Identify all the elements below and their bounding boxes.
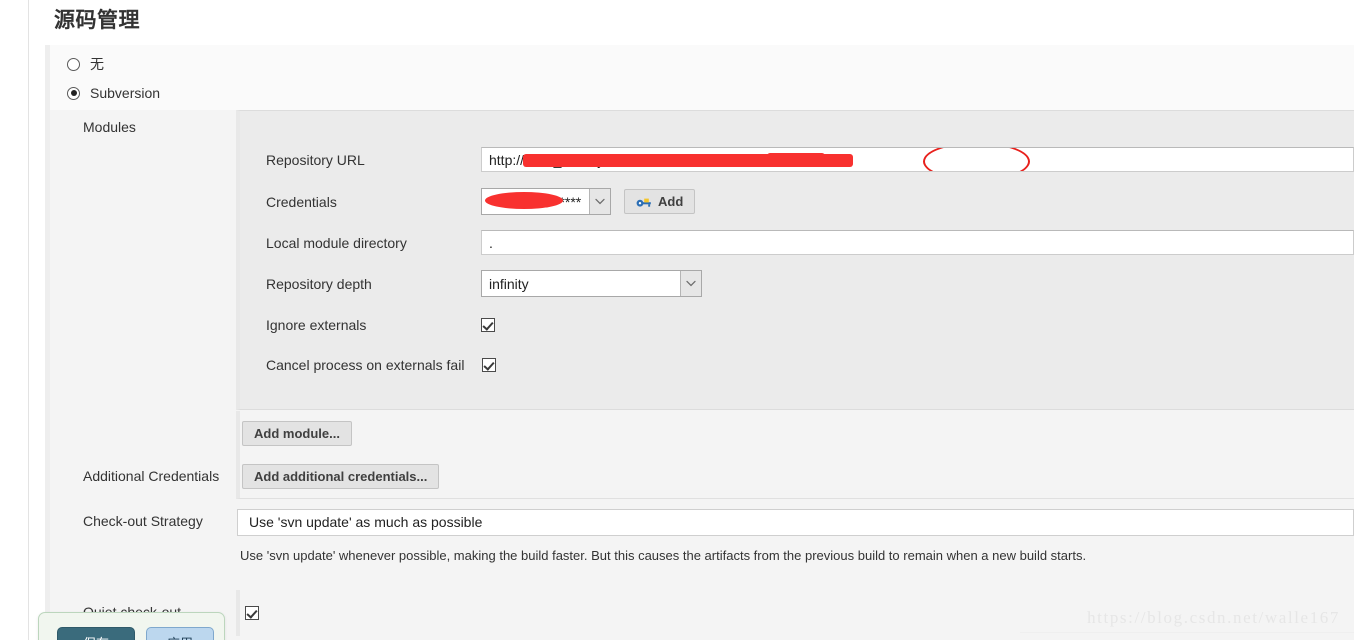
additional-credentials-label: Additional Credentials xyxy=(83,468,220,484)
checkout-strategy-row: Check-out Strategy Use 'svn update' as m… xyxy=(50,499,1354,545)
repository-depth-label: Repository depth xyxy=(266,275,372,292)
cancel-process-externals-field: Cancel process on externals fail xyxy=(240,344,1354,385)
ignore-externals-label: Ignore externals xyxy=(266,316,367,333)
key-icon xyxy=(636,198,651,207)
credentials-select[interactable]: ***** xyxy=(481,188,611,215)
credentials-dropdown-arrow[interactable] xyxy=(589,189,610,214)
local-module-directory-field: Local module directory . xyxy=(240,222,1354,263)
credentials-label: Credentials xyxy=(266,193,337,210)
additional-credentials-content: Add additional credentials... xyxy=(236,455,1354,499)
add-credentials-label: Add xyxy=(658,194,684,209)
cancel-process-externals-checkbox[interactable] xyxy=(482,357,497,372)
add-module-button[interactable]: Add module... xyxy=(242,420,352,446)
credentials-field: Credentials ***** Add xyxy=(240,181,1354,222)
subversion-settings: Modules Repository URL http:// smk_activ… xyxy=(45,110,1354,640)
additional-credentials-row: Additional Credentials Add additional cr… xyxy=(50,455,1354,499)
local-module-directory-label: Local module directory xyxy=(266,234,407,251)
ignore-externals-field: Ignore externals xyxy=(240,304,1354,345)
watermark-text: https://blog.csdn.net/walle167 xyxy=(1087,608,1340,627)
page-left-rule xyxy=(28,0,29,640)
repository-depth-dropdown-arrow[interactable] xyxy=(680,271,701,296)
radio-label-none: 无 xyxy=(90,56,104,72)
credentials-select-value: ***** xyxy=(482,189,589,214)
repository-depth-value: infinity xyxy=(489,275,529,292)
repository-depth-select[interactable]: infinity xyxy=(481,270,702,297)
page-title: 源码管理 xyxy=(54,9,140,32)
form-action-panel: 保存 应用 xyxy=(38,612,225,640)
checkout-strategy-content: Use 'svn update' as much as possible xyxy=(236,499,1354,545)
radio-icon-none[interactable] xyxy=(67,57,80,71)
cancel-process-externals-label: Cancel process on externals fail xyxy=(266,356,465,373)
repository-url-label: Repository URL xyxy=(266,151,365,168)
redaction-ellipse-credentials xyxy=(485,192,563,209)
save-button[interactable]: 保存 xyxy=(57,627,135,640)
radio-option-subversion[interactable]: Subversion xyxy=(67,85,160,101)
repository-url-input[interactable]: http:// smk_activity@HEAD xyxy=(481,147,1354,172)
add-module-row: Add module... xyxy=(50,411,1354,455)
local-module-directory-value: . xyxy=(489,234,493,251)
scm-choice-group: 无 Subversion xyxy=(45,45,1354,110)
quiet-checkout-checkbox-wrap xyxy=(240,590,259,636)
radio-label-subversion: Subversion xyxy=(90,85,161,101)
add-module-spacer xyxy=(50,411,236,455)
repository-depth-field: Repository depth infinity xyxy=(240,263,1354,304)
modules-row: Modules Repository URL http:// smk_activ… xyxy=(50,110,1354,410)
add-credentials-button[interactable]: Add xyxy=(624,189,696,214)
checkout-strategy-select[interactable]: Use 'svn update' as much as possible xyxy=(237,508,1354,536)
watermark-rule xyxy=(1020,632,1354,633)
scm-config-page: 源码管理 无 Subversion Modules Repository URL… xyxy=(0,0,1354,640)
apply-button[interactable]: 应用 xyxy=(146,627,214,640)
radio-option-none[interactable]: 无 xyxy=(67,54,104,74)
ignore-externals-checkbox[interactable] xyxy=(481,317,495,332)
local-module-directory-input[interactable]: . xyxy=(481,230,1354,255)
checkout-strategy-description: Use 'svn update' whenever possible, maki… xyxy=(240,548,1087,563)
add-module-content: Add module... xyxy=(236,411,1354,455)
repository-url-field: Repository URL http:// smk_activity@HEAD xyxy=(240,139,1354,180)
modules-label: Modules xyxy=(83,119,136,135)
annotation-circle-head xyxy=(923,148,1030,171)
radio-icon-subversion[interactable] xyxy=(67,86,80,100)
add-additional-credentials-button[interactable]: Add additional credentials... xyxy=(242,464,440,489)
checkout-strategy-label: Check-out Strategy xyxy=(83,513,203,529)
modules-panel: Repository URL http:// smk_activity@HEAD… xyxy=(236,110,1354,410)
quiet-checkout-checkbox[interactable] xyxy=(245,606,259,620)
redaction-bar-url-2 xyxy=(767,153,825,160)
